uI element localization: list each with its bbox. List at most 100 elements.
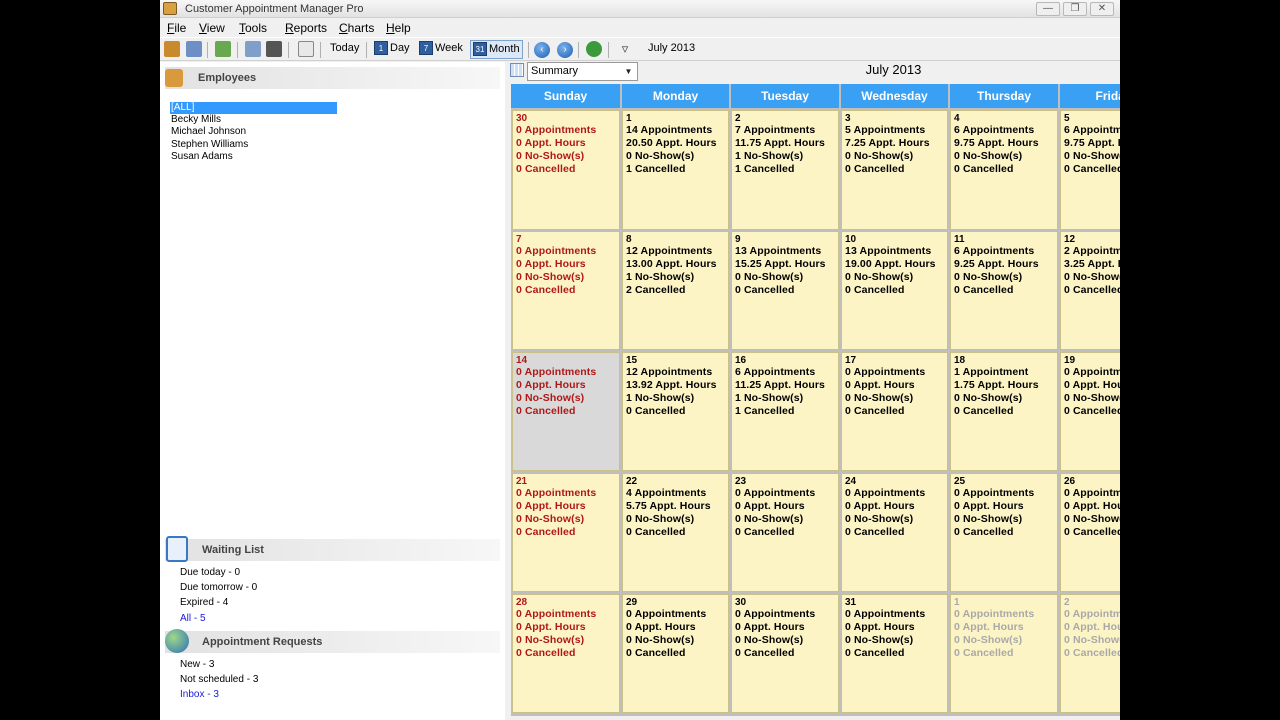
menu-file[interactable]: File: [167, 21, 186, 35]
close-button[interactable]: ✕: [1090, 2, 1114, 16]
calendar-day-cell[interactable]: 24 0 Appointments 0 Appt. Hours 0 No-Show(s…: [841, 472, 948, 593]
calendar-day-cell[interactable]: 23 0 Appointments 0 Appt. Hours 0 No-Show(s…: [731, 472, 839, 593]
employees-header: Employees: [165, 67, 500, 89]
day-header-monday: Monday: [622, 84, 729, 108]
no-shows-count: 0 No-Show(s): [626, 150, 695, 162]
appointments-count: 5 Appointments: [845, 124, 926, 136]
employee-item[interactable]: Michael Johnson: [170, 126, 337, 138]
minimize-button[interactable]: —: [1036, 2, 1060, 16]
calendar-day-cell[interactable]: 11 6 Appointments 9.25 Appt. Hours 0 No-Sho…: [950, 230, 1058, 351]
day-number: 30: [516, 113, 528, 124]
calendar-day-cell[interactable]: 22 4 Appointments 5.75 Appt. Hours 0 No-Sho…: [622, 472, 729, 593]
checklist-icon[interactable]: [215, 41, 231, 57]
requests-new[interactable]: New - 3: [180, 658, 258, 673]
maximize-button[interactable]: ❐: [1063, 2, 1087, 16]
month-view-button[interactable]: 31 Month: [470, 40, 523, 59]
previous-arrow-icon[interactable]: ‹: [534, 42, 550, 58]
appointments-count: 0 Appointments: [516, 365, 597, 378]
waiting-all-link[interactable]: All - 5: [180, 612, 257, 627]
menu-help[interactable]: Help: [386, 21, 411, 35]
day-number: 2: [735, 113, 741, 124]
cancelled-count: 0 Cancelled: [1064, 163, 1120, 175]
calendar-day-cell[interactable]: 10 Appointments 0 Appt. Hours 0 No-Show(s)…: [950, 593, 1058, 714]
calendar-day-cell[interactable]: 29 0 Appointments 0 Appt. Hours 0 No-Show(s…: [622, 593, 729, 714]
calendar-day-cell[interactable]: 190 Appointments0 Appt. Hours0 No-Show(s…: [1060, 351, 1120, 472]
appointments-count: 0 Appointments: [845, 607, 926, 620]
clipboard-icon: [166, 536, 188, 562]
calendar-day-cell[interactable]: 30 0 Appointments 0 Appt. Hours 0 No-Show(s…: [731, 593, 839, 714]
appointments-count: 6 Appointments: [954, 124, 1035, 136]
employee-item[interactable]: Stephen Williams: [170, 139, 337, 151]
menu-reports[interactable]: Reports: [285, 21, 327, 35]
no-shows-count: 0 No-Show(s): [516, 150, 585, 162]
appointments-count: 0 Appointments: [845, 365, 926, 378]
calendar-day-cell[interactable]: 9 13 Appointments 15.25 Appt. Hours 0 No-Sh…: [731, 230, 839, 351]
day-number: 8: [626, 233, 632, 245]
calendar-day-cell[interactable]: 56 Appointments9.75 Appt. Hours0 No-Show…: [1060, 110, 1120, 230]
calendar-day-cell[interactable]: 17 0 Appointments 0 Appt. Hours 0 No-Show(s…: [841, 351, 948, 472]
today-button[interactable]: Today: [328, 40, 361, 59]
cancelled-count: 0 Cancelled: [1064, 404, 1120, 417]
no-shows-count: 0 No-Show(s): [1064, 512, 1120, 525]
menu-charts[interactable]: Charts: [339, 21, 374, 35]
calendar-day-cell[interactable]: 46 Appointments 9.75 Appt. Hours 0 No-Show…: [950, 110, 1058, 230]
day-number: 22: [626, 475, 638, 487]
appointments-count: 4 Appointments: [626, 486, 707, 499]
calendar-day-cell[interactable]: 25 0 Appointments 0 Appt. Hours 0 No-Show(s…: [950, 472, 1058, 593]
calendar-day-cell[interactable]: 10 13 Appointments 19.00 Appt. Hours 0 No-S…: [841, 230, 948, 351]
calendar-day-cell[interactable]: 35 Appointments 7.25 Appt. Hours 0 No-Show…: [841, 110, 948, 230]
requests-inbox-link[interactable]: Inbox - 3: [180, 688, 258, 703]
no-shows-count: 1 No-Show(s): [626, 391, 695, 404]
calendar-day-cell[interactable]: 28 0 Appointments 0 Appt. Hours 0 No-Show(s…: [512, 593, 620, 714]
appointments-count: 0 Appointments: [626, 607, 707, 620]
calendar-day-cell[interactable]: 1 14 Appointments 20.50 Appt. Hours 0 No-Sh…: [622, 110, 729, 230]
contact-card-icon[interactable]: [186, 41, 202, 57]
calendar-day-cell[interactable]: 15 12 Appointments 13.92 Appt. Hours 1 No-S…: [622, 351, 729, 472]
cancelled-count: 0 Cancelled: [845, 163, 905, 175]
calendar-day-cell[interactable]: 260 Appointments0 Appt. Hours0 No-Show(s…: [1060, 472, 1120, 593]
calendar-day-cell[interactable]: 30 0 Appointments 0 Appt. Hours 0 No-Show(s…: [512, 110, 620, 230]
day-number: 2: [1064, 596, 1070, 608]
day-header-wednesday: Wednesday: [841, 84, 948, 108]
waiting-expired[interactable]: Expired - 4: [180, 596, 257, 611]
appt-hours: 11.25 Appt. Hours: [735, 378, 826, 391]
calendar-day-cell[interactable]: 122 Appointments3.25 Appt. Hours0 No-Sho…: [1060, 230, 1120, 351]
week-view-button[interactable]: 7 Week: [417, 40, 465, 59]
calendar-day-cell[interactable]: 18 1 Appointment 1.75 Appt. Hours 0 No-Show…: [950, 351, 1058, 472]
day-view-button[interactable]: 1 Day: [372, 40, 412, 59]
menu-view[interactable]: View: [199, 21, 225, 35]
employee-item-all[interactable]: [ALL]: [170, 102, 337, 115]
calendar-day-cell[interactable]: 70 Appointments 0 Appt. Hours 0 No-Show(s)…: [512, 230, 620, 351]
list-icon[interactable]: [298, 41, 314, 57]
employee-item[interactable]: Becky Mills: [170, 114, 337, 126]
toolbar-current-month: July 2013: [648, 42, 696, 54]
calendar-day-cell[interactable]: 20 Appointments0 Appt. Hours0 No-Show(s)…: [1060, 593, 1120, 714]
appt-hours: 0 Appt. Hours: [626, 620, 696, 633]
appointments-count: 0 Appointments: [845, 486, 926, 499]
appointments-count: 0 Appointments: [1064, 486, 1120, 499]
employee-item[interactable]: Susan Adams: [170, 151, 337, 163]
filter-icon[interactable]: ▿: [617, 41, 633, 57]
search-icon[interactable]: [245, 41, 261, 57]
calendar-day-cell[interactable]: 14 0 Appointments 0 Appt. Hours 0 No-Show(s…: [512, 351, 620, 472]
waiting-due-today[interactable]: Due today - 0: [180, 566, 257, 581]
appointments-count: 13 Appointments: [735, 244, 822, 257]
day-number: 25: [954, 475, 966, 487]
calendar-day-cell[interactable]: 8 12 Appointments 13.00 Appt. Hours 1 No-Sh…: [622, 230, 729, 351]
day-number: 3: [845, 113, 851, 124]
calendar-day-cell[interactable]: 31 0 Appointments 0 Appt. Hours 0 No-Show(s…: [841, 593, 948, 714]
no-shows-count: 0 No-Show(s): [845, 270, 914, 283]
calendar-day-cell[interactable]: 21 0 Appointments 0 Appt. Hours 0 No-Show(s…: [512, 472, 620, 593]
calendar-day-cell[interactable]: 27 Appointments 11.75 Appt. Hours 1 No-Sho…: [731, 110, 839, 230]
requests-not-scheduled[interactable]: Not scheduled - 3: [180, 673, 258, 688]
month-calendar-grid: Sunday Monday Tuesday Wednesday Thursday Frid…: [511, 84, 1120, 716]
calendar-day-cell[interactable]: 16 6 Appointments 11.25 Appt. Hours 1 No-Sh…: [731, 351, 839, 472]
view-mode-select[interactable]: Summary ▼: [527, 62, 638, 81]
binoculars-icon[interactable]: [266, 41, 282, 57]
refresh-icon[interactable]: [586, 41, 602, 57]
customers-icon[interactable]: [164, 41, 180, 57]
next-arrow-icon[interactable]: ›: [557, 42, 573, 58]
menu-tools[interactable]: Tools: [239, 21, 267, 35]
appt-hours: 0 Appt. Hours: [954, 620, 1024, 633]
waiting-due-tomorrow[interactable]: Due tomorrow - 0: [180, 581, 257, 596]
